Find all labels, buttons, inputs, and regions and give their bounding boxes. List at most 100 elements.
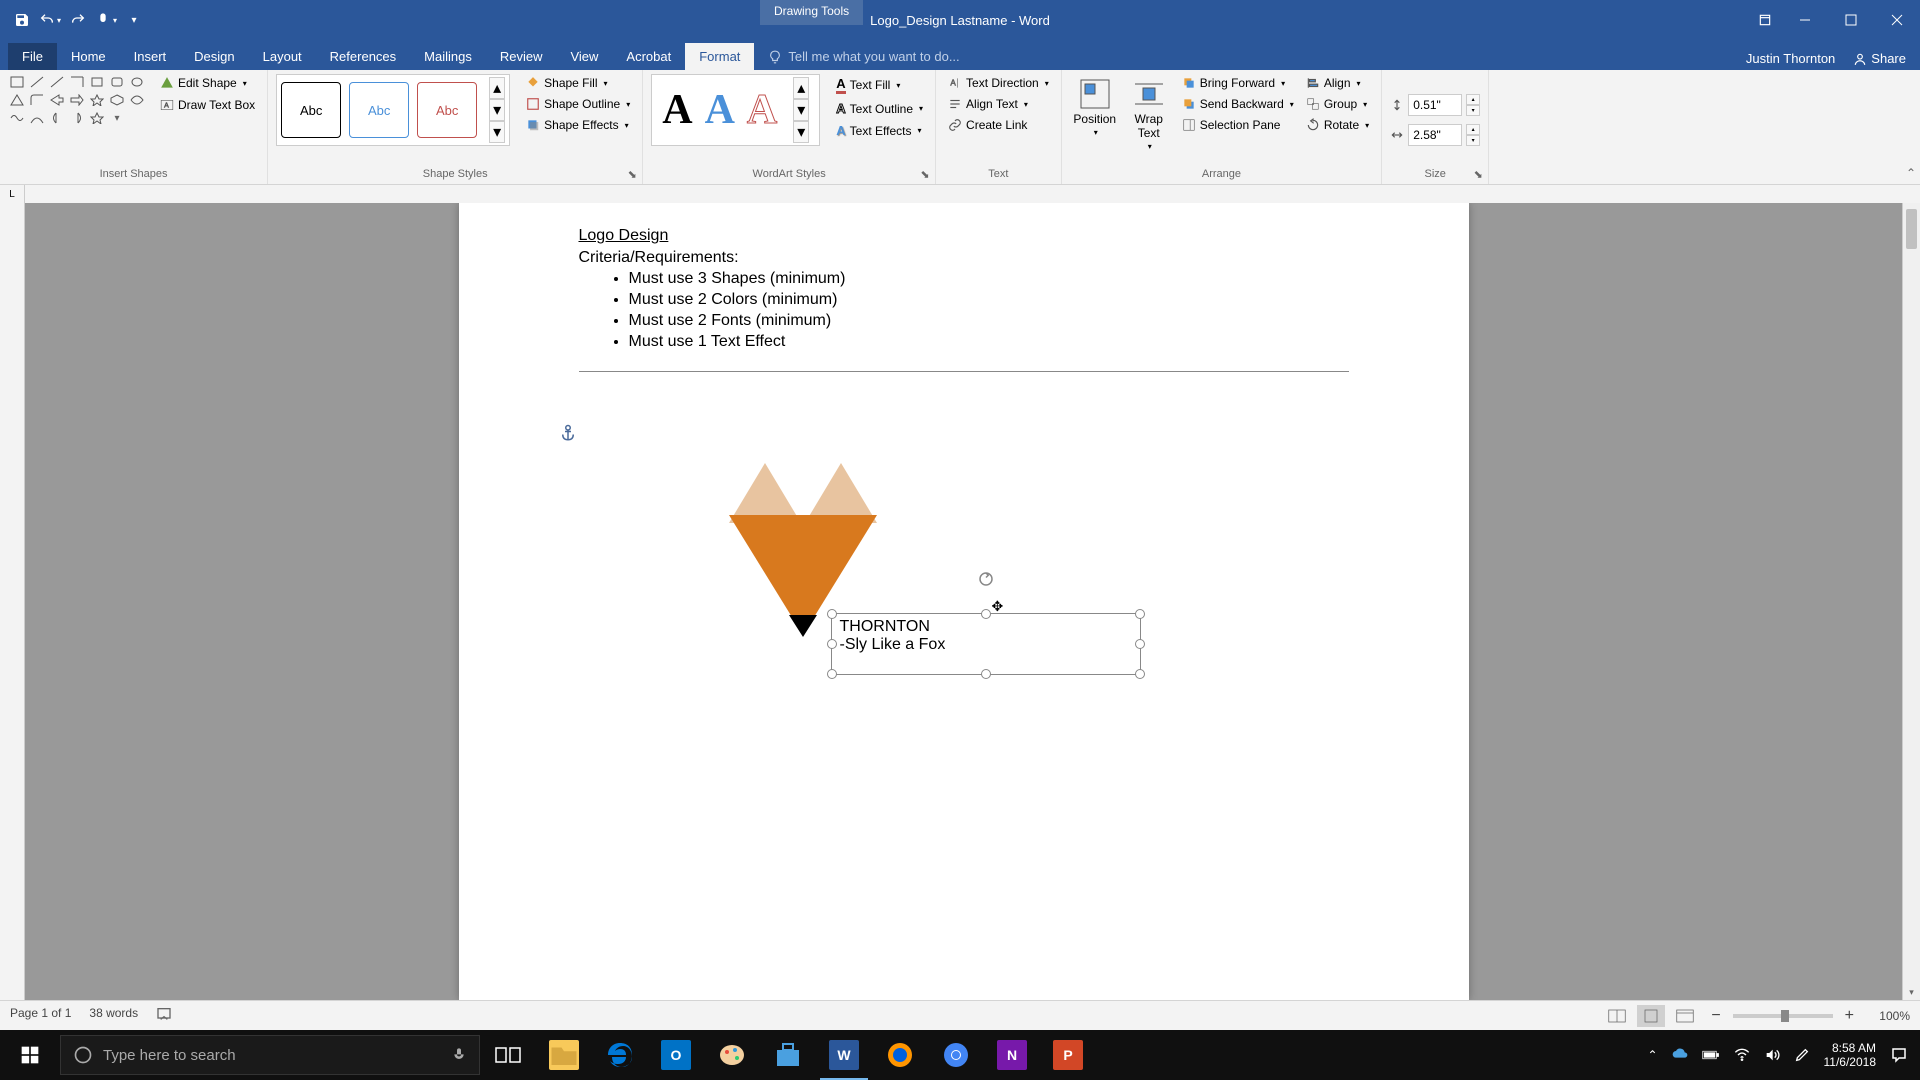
wordart-gallery[interactable]: A A A ▴ ▾ ▾ — [651, 74, 820, 146]
wrap-text-button[interactable]: Wrap Text▾ — [1124, 74, 1174, 155]
minimize-button[interactable] — [1782, 0, 1828, 40]
firefox-button[interactable] — [872, 1030, 928, 1080]
fox-ear-left[interactable] — [729, 463, 801, 523]
width-up[interactable]: ▴ — [1466, 124, 1480, 135]
tab-mailings[interactable]: Mailings — [410, 43, 486, 70]
width-down[interactable]: ▾ — [1466, 135, 1480, 146]
shape-styles-launcher[interactable]: ⬊ — [626, 168, 638, 180]
gallery-up-button[interactable]: ▴ — [489, 77, 505, 99]
selection-pane-button[interactable]: Selection Pane — [1178, 116, 1298, 134]
send-backward-button[interactable]: Send Backward▾ — [1178, 95, 1298, 113]
handle-ml[interactable] — [827, 639, 837, 649]
wordart-preset-2[interactable]: A — [705, 86, 735, 134]
save-button[interactable] — [10, 8, 34, 32]
print-layout-button[interactable] — [1637, 1005, 1665, 1027]
outlook-button[interactable]: O — [648, 1030, 704, 1080]
anchor-icon[interactable] — [559, 423, 577, 448]
zoom-slider[interactable] — [1733, 1014, 1833, 1018]
text-effects-button[interactable]: A Text Effects▾ — [832, 121, 927, 140]
text-direction-button[interactable]: A Text Direction▾ — [944, 74, 1053, 92]
tab-selector[interactable]: L — [0, 185, 25, 203]
file-explorer-button[interactable] — [536, 1030, 592, 1080]
tab-design[interactable]: Design — [180, 43, 248, 70]
wordart-gallery-down[interactable]: ▾ — [793, 99, 809, 121]
text-box[interactable]: THORNTON -Sly Like a Fox ✥ — [831, 613, 1141, 675]
style-preset-2[interactable]: Abc — [349, 82, 409, 138]
volume-icon[interactable] — [1764, 1047, 1780, 1063]
height-input[interactable] — [1408, 94, 1462, 116]
edit-shape-button[interactable]: Edit Shape▾ — [156, 74, 259, 92]
height-up[interactable]: ▴ — [1466, 94, 1480, 105]
touch-mouse-mode-button[interactable]: ▾ — [94, 8, 118, 32]
tab-insert[interactable]: Insert — [120, 43, 181, 70]
start-button[interactable] — [0, 1030, 60, 1080]
notifications-icon[interactable] — [1890, 1046, 1908, 1064]
word-count[interactable]: 38 words — [89, 1006, 138, 1025]
tab-review[interactable]: Review — [486, 43, 557, 70]
scroll-thumb[interactable] — [1906, 209, 1917, 249]
shape-styles-gallery[interactable]: Abc Abc Abc ▴ ▾ ▾ — [276, 74, 510, 146]
handle-bl[interactable] — [827, 669, 837, 679]
powerpoint-button[interactable]: P — [1040, 1030, 1096, 1080]
chrome-button[interactable] — [928, 1030, 984, 1080]
bullet-1[interactable]: Must use 3 Shapes (minimum) — [629, 270, 1349, 288]
pen-icon[interactable] — [1794, 1047, 1810, 1063]
fox-ear-right[interactable] — [805, 463, 877, 523]
vertical-ruler[interactable] — [0, 203, 25, 1000]
wordart-preset-1[interactable]: A — [662, 86, 692, 134]
redo-button[interactable] — [66, 8, 90, 32]
handle-tl[interactable] — [827, 609, 837, 619]
tab-layout[interactable]: Layout — [249, 43, 316, 70]
style-preset-3[interactable]: Abc — [417, 82, 477, 138]
group-button[interactable]: Group▾ — [1302, 95, 1373, 113]
maximize-button[interactable] — [1828, 0, 1874, 40]
zoom-out-button[interactable]: − — [1705, 1007, 1726, 1025]
text-outline-button[interactable]: A Text Outline▾ — [832, 99, 927, 118]
textbox-line1[interactable]: THORNTON — [840, 618, 1132, 636]
scroll-down-button[interactable]: ▾ — [1903, 984, 1920, 1000]
create-link-button[interactable]: Create Link — [944, 116, 1053, 134]
shape-effects-button[interactable]: Shape Effects▾ — [522, 116, 634, 134]
shape-fill-button[interactable]: Shape Fill▾ — [522, 74, 634, 92]
qat-customize-button[interactable]: ▾ — [122, 8, 146, 32]
clock[interactable]: 8:58 AM 11/6/2018 — [1824, 1041, 1877, 1070]
document-scroll[interactable]: Logo Design Criteria/Requirements: Must … — [25, 203, 1902, 1000]
tab-format[interactable]: Format — [685, 43, 754, 70]
handle-br[interactable] — [1135, 669, 1145, 679]
tab-home[interactable]: Home — [57, 43, 120, 70]
ribbon-display-options-button[interactable] — [1750, 0, 1780, 40]
tab-view[interactable]: View — [556, 43, 612, 70]
mic-icon[interactable] — [451, 1047, 467, 1063]
align-text-button[interactable]: Align Text▾ — [944, 95, 1053, 113]
edge-button[interactable] — [592, 1030, 648, 1080]
task-view-button[interactable] — [480, 1030, 536, 1080]
tray-chevron-up-icon[interactable]: ⌃ — [1647, 1048, 1657, 1062]
criteria-list[interactable]: Must use 3 Shapes (minimum) Must use 2 C… — [579, 270, 1349, 351]
shapes-gallery[interactable]: ▾ — [8, 74, 146, 126]
horizontal-ruler[interactable] — [25, 185, 1920, 203]
close-button[interactable] — [1874, 0, 1920, 40]
tab-file[interactable]: File — [8, 43, 57, 70]
handle-tm[interactable] — [981, 609, 991, 619]
spell-check-icon[interactable] — [156, 1006, 172, 1025]
paint-button[interactable] — [704, 1030, 760, 1080]
collapse-ribbon-button[interactable]: ⌃ — [1906, 166, 1916, 180]
user-name[interactable]: Justin Thornton — [1746, 51, 1835, 66]
draw-text-box-button[interactable]: A Draw Text Box — [156, 96, 259, 114]
gallery-more-button[interactable]: ▾ — [489, 121, 505, 143]
align-button[interactable]: Align▾ — [1302, 74, 1373, 92]
style-preset-1[interactable]: Abc — [281, 82, 341, 138]
tab-acrobat[interactable]: Acrobat — [612, 43, 685, 70]
text-fill-button[interactable]: A Text Fill▾ — [832, 74, 927, 96]
onedrive-icon[interactable] — [1672, 1047, 1688, 1063]
zoom-in-button[interactable]: + — [1839, 1007, 1860, 1025]
bring-forward-button[interactable]: Bring Forward▾ — [1178, 74, 1298, 92]
bullet-3[interactable]: Must use 2 Fonts (minimum) — [629, 312, 1349, 330]
share-button[interactable]: Share — [1853, 51, 1906, 66]
read-mode-button[interactable] — [1603, 1005, 1631, 1027]
page-status[interactable]: Page 1 of 1 — [10, 1006, 71, 1025]
undo-button[interactable]: ▾ — [38, 8, 62, 32]
wordart-launcher[interactable]: ⬊ — [919, 168, 931, 180]
bullet-4[interactable]: Must use 1 Text Effect — [629, 333, 1349, 351]
fox-nose[interactable] — [789, 615, 817, 637]
